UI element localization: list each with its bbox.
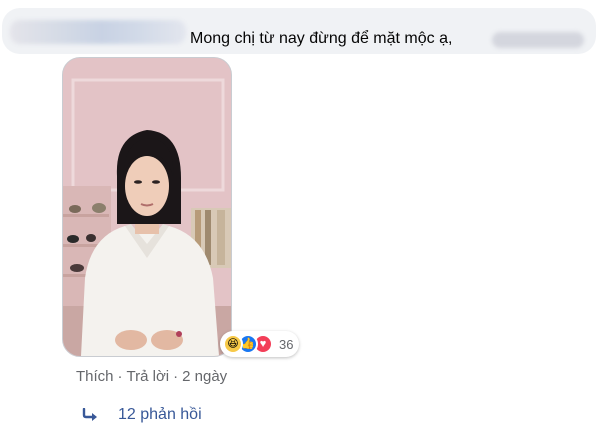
- comment-actions: Thích · Trả lời · 2 ngày: [76, 368, 227, 385]
- view-replies-link[interactable]: 12 phản hồi: [82, 406, 202, 424]
- comment-photo[interactable]: [62, 57, 232, 357]
- photo-illustration: [63, 58, 231, 356]
- comment-bubble: Mong chị từ nay đừng để mặt mộc ạ,: [2, 8, 596, 54]
- separator-dot: ·: [173, 368, 179, 385]
- separator-dot: ·: [117, 368, 123, 385]
- like-link[interactable]: Thích: [76, 368, 114, 385]
- timestamp-link[interactable]: 2 ngày: [182, 368, 227, 385]
- reaction-summary[interactable]: 😆 👍 ♥ 36: [220, 331, 300, 357]
- blurred-text-fragment: [492, 32, 584, 48]
- replies-count-label: 12 phản hồi: [118, 406, 202, 423]
- reply-arrow-icon: [82, 408, 97, 421]
- reply-link[interactable]: Trả lời: [127, 368, 170, 385]
- haha-icon: 😆: [223, 334, 243, 354]
- reaction-count: 36: [279, 336, 294, 352]
- blurred-author-name: [10, 20, 186, 44]
- comment-text: Mong chị từ nay đừng để mặt mộc ạ,: [190, 30, 453, 47]
